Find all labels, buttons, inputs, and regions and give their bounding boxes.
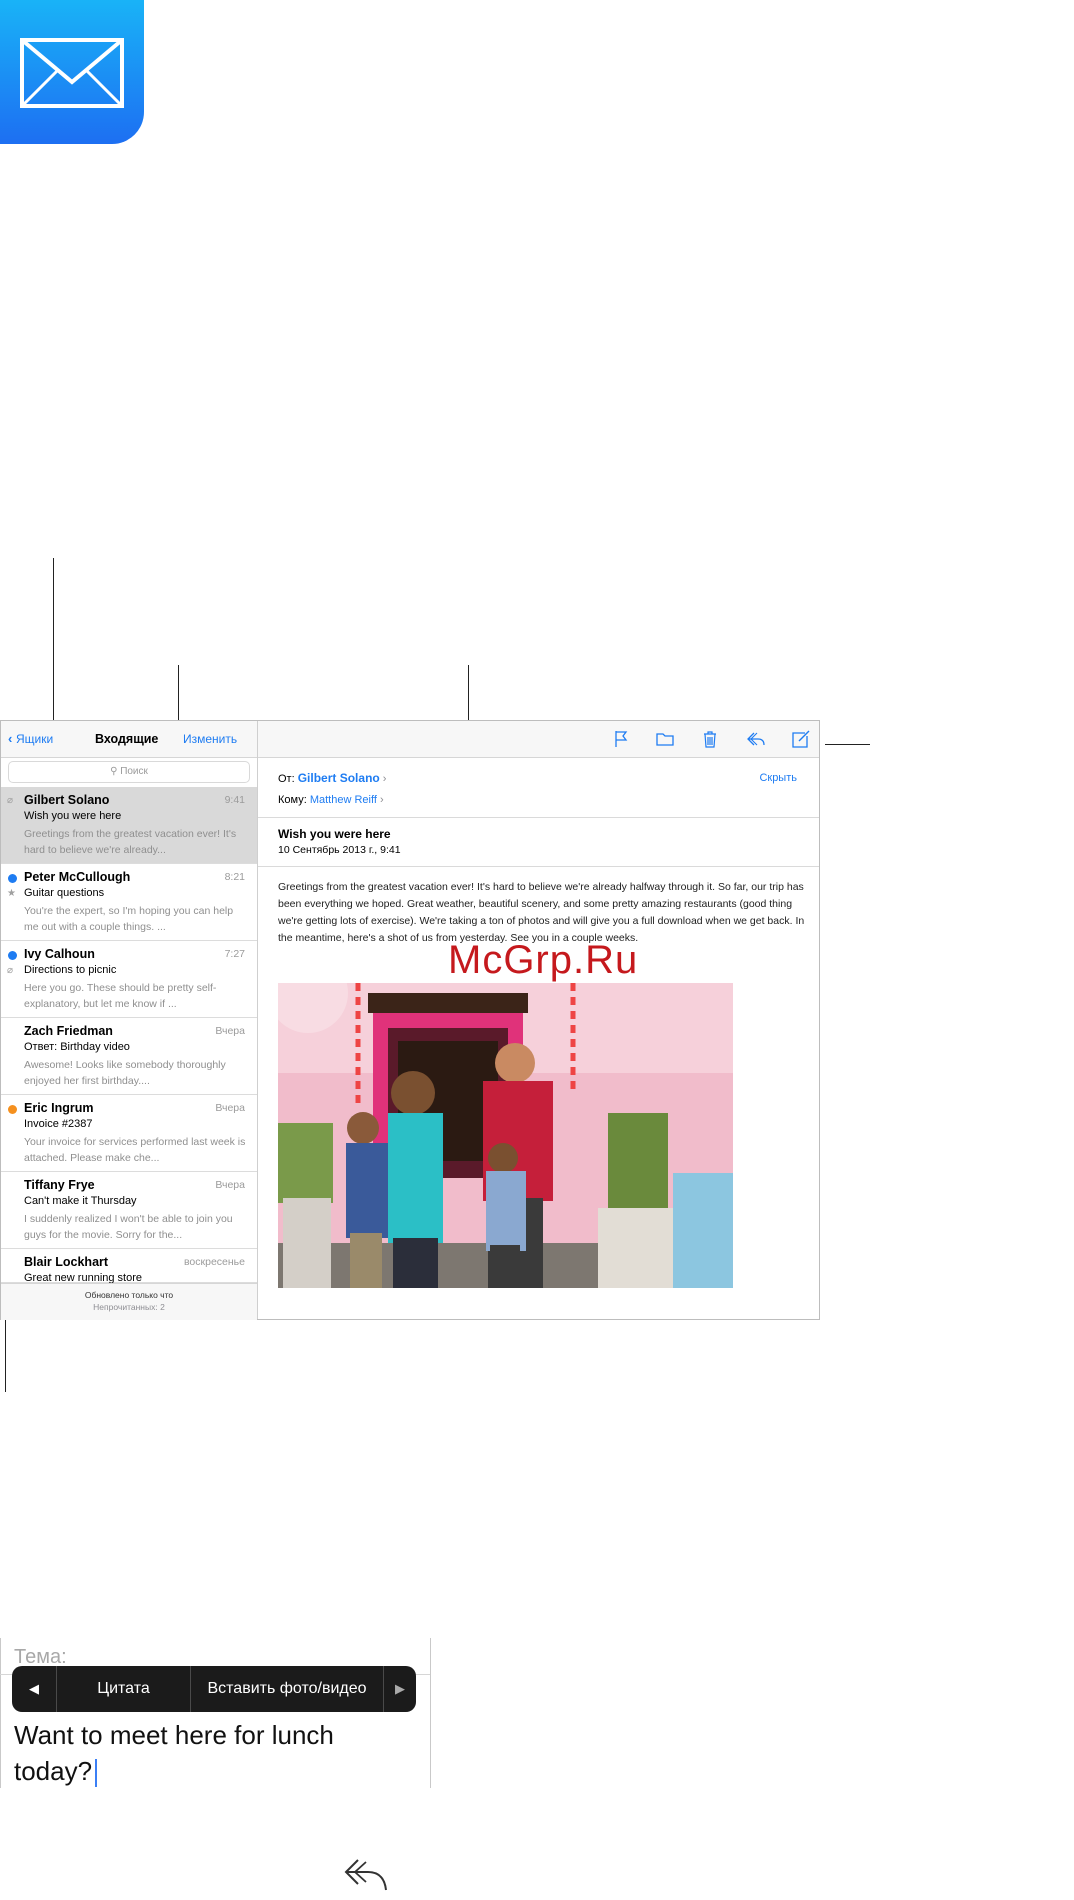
message-preview: Here you go. These should be pretty self… [24,982,217,1010]
to-label: Кому: [278,794,307,806]
to-row: Кому: Matthew Reiff › [278,794,384,806]
message-preview: You're the expert, so I'm hoping you can… [24,905,234,933]
message-subject: Can't make it Thursday [24,1195,137,1207]
message-time: Вчера [215,1102,245,1114]
list-item[interactable]: Peter McCullough 8:21 Guitar questions You'… [1,864,257,941]
list-item[interactable]: Eric Ingrum Вчера Invoice #2387 Your invoic… [1,1095,257,1172]
chevron-left-icon: ‹ [8,731,13,746]
message-sender: Tiffany Frye [24,1178,95,1192]
message-time: воскресенье [183,1256,245,1268]
message-preview: I suddenly realized I won't be able to j… [24,1213,233,1241]
message-subject: Invoice #2387 [24,1118,93,1130]
body-line-1[interactable]: Want to meet here for lunch [14,1720,334,1751]
mailbox-title: Входящие [95,732,159,746]
attachment-icon: ⌀ [7,795,14,806]
body-line-2[interactable]: today? [14,1756,98,1788]
edit-menu-popup: ◀ Цитата Вставить фото/видео ▶ [12,1666,416,1712]
subject-divider [258,866,819,867]
message-date: 10 Сентябрь 2013 г., 9:41 [278,844,401,856]
message-time: 9:41 [224,794,245,806]
list-item[interactable]: Ivy Calhoun 7:27 Directions to picnic Here … [1,941,257,1018]
mail-screenshot: ‹ Ящики Входящие Изменить ⚲ Поиск Gilber… [0,720,820,1320]
compose-icon[interactable] [790,729,812,749]
message-time: 7:27 [224,948,245,960]
back-label: Ящики [15,732,54,746]
message-sender: Zach Friedman [24,1024,113,1038]
chevron-right-icon: › [382,773,387,785]
reply-icon[interactable] [745,729,767,749]
menu-insert-photo-button[interactable]: Вставить фото/видео [191,1666,383,1712]
list-item[interactable]: Gilbert Solano 9:41 Wish you were here Gree… [1,787,257,864]
unread-count: Непрочитанных: 2 [93,1302,165,1312]
from-label: От: [278,773,295,785]
unread-dot-icon [8,951,17,960]
flag-icon[interactable] [610,729,632,749]
message-subject: Ответ: Birthday video [24,1041,130,1053]
trash-icon[interactable] [699,729,721,749]
from-row: От: Gilbert Solano › [278,771,386,785]
message-sender: Peter McCullough [24,870,131,884]
text-cursor [95,1759,98,1788]
sidebar-header: ‹ Ящики Входящие Изменить [1,721,257,758]
menu-next-button[interactable]: ▶ [384,1666,416,1712]
watermark: McGrp.Ru [448,938,639,982]
header-divider [258,817,819,818]
message-time: Вчера [215,1025,245,1037]
hide-button[interactable]: Скрыть [759,772,797,784]
search-input[interactable]: ⚲ Поиск [8,761,250,783]
message-toolbar [258,721,819,758]
message-preview: Greetings from the greatest vacation eve… [24,828,237,856]
menu-prev-button[interactable]: ◀ [12,1666,56,1712]
list-item[interactable]: Blair Lockhart воскресенье Great new runni… [1,1249,257,1284]
message-pane: От: Gilbert Solano › Скрыть Кому: Matthe… [258,721,819,1319]
mail-app-icon [0,0,144,144]
list-item[interactable]: Zach Friedman Вчера Ответ: Birthday video A… [1,1018,257,1095]
message-subject: Directions to picnic [24,964,117,976]
from-name[interactable]: Gilbert Solano [298,771,380,785]
callout-line-mailboxes [53,558,54,736]
message-sender: Eric Ingrum [24,1101,94,1115]
chevron-right-icon: › [379,794,384,806]
to-name[interactable]: Matthew Reiff [310,794,377,806]
reply-icon [344,1859,387,1891]
mailbox-sidebar: ‹ Ящики Входящие Изменить ⚲ Поиск Gilber… [1,721,258,1320]
edit-button[interactable]: Изменить [183,732,237,746]
folder-icon[interactable] [654,729,676,749]
list-item[interactable]: Tiffany Frye Вчера Can't make it Thursday I… [1,1172,257,1249]
envelope-icon [20,38,124,108]
updated-status: Обновлено только что [84,1290,174,1300]
back-button[interactable]: ‹ Ящики [8,731,53,746]
message-sender: Ivy Calhoun [24,947,95,961]
message-body: Greetings from the greatest vacation eve… [278,881,805,944]
callout-line-compose [825,744,870,745]
compose-snippet: Тема: Want to meet here for lunch today? [0,1638,431,1788]
compose-left-border [0,1638,1,1788]
message-time: 8:21 [224,871,245,883]
search-placeholder: Поиск [120,766,148,777]
message-sender: Gilbert Solano [24,793,110,807]
message-subject: Wish you were here [278,827,391,841]
message-preview: Your invoice for services performed last… [24,1136,246,1164]
sidebar-footer: Обновлено только что Непрочитанных: 2 [1,1283,257,1320]
menu-quote-button[interactable]: Цитата [57,1666,190,1712]
message-preview: Awesome! Looks like somebody thoroughly … [24,1059,226,1087]
attachment-icon: ⌀ [7,965,14,976]
family-photo [278,983,733,1288]
star-icon: ★ [7,888,16,899]
unread-dot-icon [8,874,17,883]
photo-illustration [278,983,733,1288]
message-subject: Wish you were here [24,810,122,822]
search-icon: ⚲ [110,766,118,777]
unread-dot-icon [8,1105,17,1114]
message-time: Вчера [215,1179,245,1191]
body-line-2-text: today? [14,1756,93,1786]
message-subject: Guitar questions [24,887,105,899]
message-sender: Blair Lockhart [24,1255,109,1269]
